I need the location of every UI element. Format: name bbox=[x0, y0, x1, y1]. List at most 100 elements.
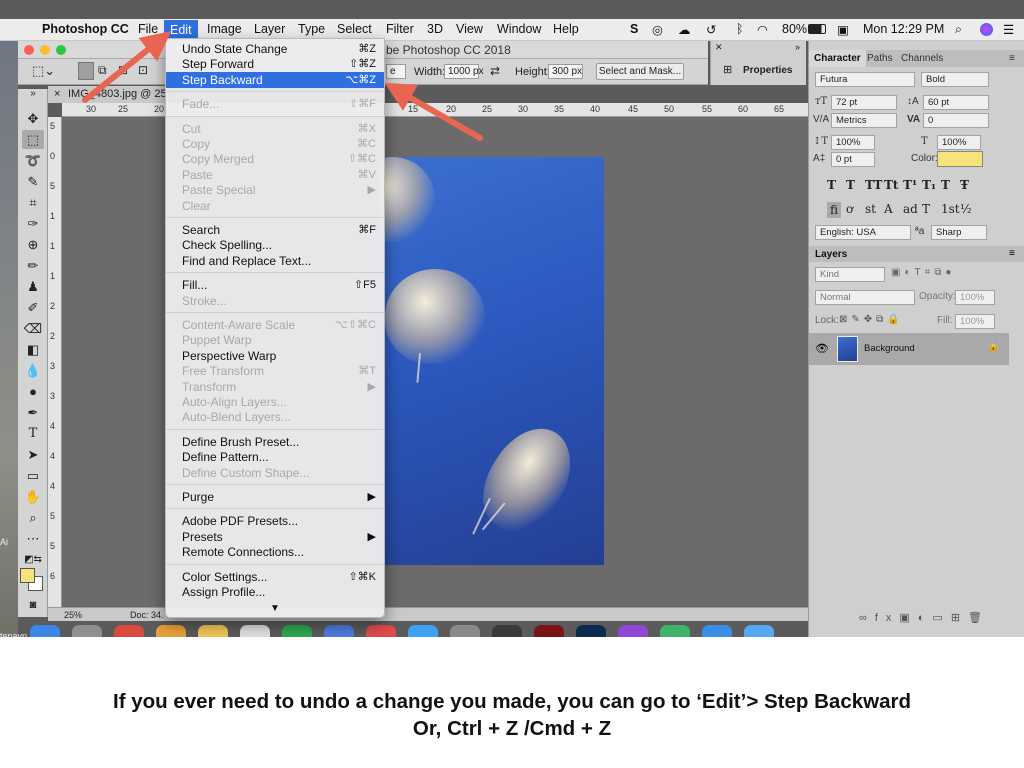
menu-item-content-aware-scale[interactable]: Content-Aware Scale ⌥⇧⌘C bbox=[166, 317, 384, 333]
menu-item-remote-connections[interactable]: Remote Connections... bbox=[166, 544, 384, 560]
menu-item-auto-blend-layers[interactable]: Auto-Blend Layers... bbox=[166, 409, 384, 425]
opacity-input[interactable]: 100% bbox=[955, 290, 995, 305]
dock-app-icon[interactable] bbox=[576, 625, 606, 637]
menu-item-define-custom-shape[interactable]: Define Custom Shape... bbox=[166, 465, 384, 481]
text-style-button[interactable]: Ŧ bbox=[960, 178, 969, 192]
horizontal-scale-input[interactable]: 100% bbox=[937, 135, 981, 150]
add-selection-icon[interactable]: ⧉ bbox=[98, 63, 107, 78]
toolbar-collapse-icon[interactable]: » bbox=[22, 89, 44, 101]
dock-app-icon[interactable] bbox=[618, 625, 648, 637]
dock-app-icon[interactable] bbox=[534, 625, 564, 637]
battery-icon[interactable] bbox=[808, 24, 826, 34]
blend-mode-select[interactable]: Normal bbox=[815, 290, 915, 305]
menu-select[interactable]: Select bbox=[337, 22, 372, 36]
dock-app-icon[interactable] bbox=[744, 625, 774, 637]
quick-mask-icon[interactable]: ◙ bbox=[22, 596, 44, 615]
spotlight-icon[interactable]: ⌕ bbox=[955, 22, 962, 37]
layer-lock-icon[interactable]: 🔒 bbox=[987, 341, 999, 352]
layer-filter-select[interactable]: Kind bbox=[815, 267, 885, 282]
menu-item-auto-align-layers[interactable]: Auto-Align Layers... bbox=[166, 394, 384, 410]
layers-menu-icon[interactable]: ≡ bbox=[1009, 248, 1015, 259]
dock-app-icon[interactable] bbox=[114, 625, 144, 637]
panel-menu-icon[interactable]: ≡ bbox=[1009, 53, 1015, 64]
antialias-select[interactable]: Sharp bbox=[931, 225, 987, 240]
expand-icon[interactable]: » bbox=[795, 42, 800, 52]
vertical-scale-input[interactable]: 100% bbox=[831, 135, 875, 150]
tab-channels[interactable]: Channels bbox=[901, 53, 943, 64]
properties-icon[interactable]: ⊞ bbox=[723, 63, 732, 76]
menu-edit[interactable]: Edit bbox=[164, 20, 198, 40]
zoom-tool-icon[interactable]: ⌕ bbox=[22, 508, 44, 527]
subtract-selection-icon[interactable]: ⊟ bbox=[118, 63, 128, 77]
layer-thumbnail[interactable] bbox=[837, 336, 858, 362]
gradient-tool-icon[interactable]: ◧ bbox=[22, 340, 44, 359]
menu-view[interactable]: View bbox=[456, 22, 483, 36]
swap-icon[interactable]: ⇄ bbox=[490, 64, 500, 78]
dock-app-icon[interactable] bbox=[324, 625, 354, 637]
text-style-button[interactable]: T bbox=[941, 178, 950, 192]
siri-icon[interactable] bbox=[980, 23, 993, 36]
lasso-tool-icon[interactable]: ➰ bbox=[22, 151, 44, 170]
layer-footer-icons[interactable]: ∞fx▣◐▭⊞🗑 bbox=[859, 611, 990, 624]
text-style-button[interactable]: Tt bbox=[884, 178, 898, 192]
dock-app-icon[interactable] bbox=[282, 625, 312, 637]
menu-layer[interactable]: Layer bbox=[254, 22, 285, 36]
time-machine-icon[interactable]: ↺ bbox=[706, 22, 716, 37]
dock-app-icon[interactable] bbox=[198, 625, 228, 637]
document-tab-title[interactable]: IMG_4803.jpg @ 25% bbox=[68, 88, 176, 100]
marquee-tool-icon[interactable]: ⬚ bbox=[22, 130, 44, 149]
drive-icon[interactable]: ☁ bbox=[678, 22, 691, 37]
display-icon[interactable]: ▣ bbox=[837, 22, 849, 37]
text-style-button[interactable]: T bbox=[827, 178, 836, 192]
dock-app-icon[interactable] bbox=[366, 625, 396, 637]
properties-label[interactable]: Properties bbox=[743, 65, 792, 76]
menu-window[interactable]: Window bbox=[497, 22, 541, 36]
crop-tool-icon[interactable]: ⌗ bbox=[22, 193, 44, 212]
dock-app-icon[interactable] bbox=[702, 625, 732, 637]
text-style-button[interactable]: TT bbox=[865, 178, 882, 192]
jellyfish-image[interactable] bbox=[380, 157, 604, 565]
battery-percent[interactable]: 80% bbox=[782, 22, 807, 36]
menu-item-clear[interactable]: Clear bbox=[166, 198, 384, 214]
app-menu[interactable]: Photoshop CC bbox=[42, 22, 129, 36]
rectangle-tool-icon[interactable]: ▭ bbox=[22, 466, 44, 485]
menu-item-copy[interactable]: Copy ⌘C bbox=[166, 136, 384, 152]
font-style-select[interactable]: Bold bbox=[921, 72, 989, 87]
menu-item-puppet-warp[interactable]: Puppet Warp bbox=[166, 332, 384, 348]
more-tools-icon[interactable]: ⋯ bbox=[22, 529, 44, 548]
type-tool-icon[interactable]: T bbox=[22, 424, 44, 443]
close-window-icon[interactable] bbox=[24, 45, 34, 55]
dock-app-icon[interactable] bbox=[240, 625, 270, 637]
opentype-button[interactable]: 1st bbox=[941, 202, 960, 216]
close-tab-icon[interactable]: × bbox=[54, 88, 60, 100]
blur-tool-icon[interactable]: 💧 bbox=[22, 361, 44, 380]
style-select[interactable]: e bbox=[386, 64, 406, 79]
layer-name[interactable]: Background bbox=[864, 343, 915, 354]
creative-cloud-icon[interactable]: ◎ bbox=[652, 22, 663, 37]
dock-app-icon[interactable] bbox=[660, 625, 690, 637]
menu-filter[interactable]: Filter bbox=[386, 22, 414, 36]
menu-image[interactable]: Image bbox=[207, 22, 242, 36]
baseline-shift-input[interactable]: 0 pt bbox=[831, 152, 875, 167]
leading-input[interactable]: 60 pt bbox=[923, 95, 989, 110]
brush-tool-icon[interactable]: ✏ bbox=[22, 256, 44, 275]
document-tab[interactable]: × IMG_4803.jpg @ 25% bbox=[48, 86, 176, 103]
eyedropper-tool-icon[interactable]: ✑ bbox=[22, 214, 44, 233]
quick-selection-tool-icon[interactable]: ✎ bbox=[22, 172, 44, 191]
foreground-color-swatch[interactable] bbox=[20, 568, 35, 583]
path-selection-tool-icon[interactable]: ➤ bbox=[22, 445, 44, 464]
menu-item-copy-merged[interactable]: Copy Merged ⇧⌘C bbox=[166, 151, 384, 167]
text-color-swatch[interactable] bbox=[937, 151, 983, 167]
menu-item-color-settings[interactable]: Color Settings... ⇧⌘K bbox=[166, 569, 384, 585]
menu-item-free-transform[interactable]: Free Transform ⌘T bbox=[166, 363, 384, 379]
dock-app-icon[interactable] bbox=[492, 625, 522, 637]
opentype-button[interactable]: st bbox=[865, 202, 876, 216]
dodge-tool-icon[interactable]: ● bbox=[22, 382, 44, 401]
layer-filter-icons[interactable]: ▣◐T⌗⧉● bbox=[891, 267, 955, 278]
opentype-button[interactable]: ½ bbox=[960, 202, 972, 216]
menu-item-search[interactable]: Search ⌘F bbox=[166, 222, 384, 238]
clone-stamp-tool-icon[interactable]: ♟ bbox=[22, 277, 44, 296]
status-s-icon[interactable]: S bbox=[630, 22, 638, 36]
opentype-button[interactable]: T bbox=[922, 202, 930, 216]
menu-item-check-spelling[interactable]: Check Spelling... bbox=[166, 237, 384, 253]
